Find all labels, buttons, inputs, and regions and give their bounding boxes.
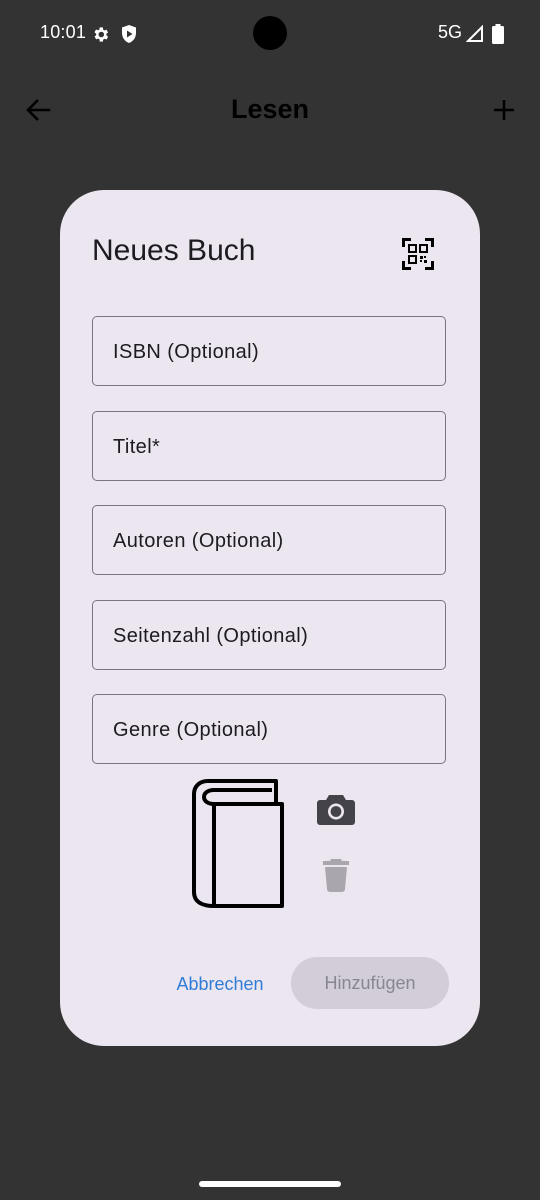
new-book-dialog: Neues Buch ISBN (Optional) Titel* Autore… [60, 190, 480, 1046]
trash-icon[interactable] [322, 858, 350, 892]
genre-field-label: Genre (Optional) [113, 719, 269, 741]
plus-icon[interactable] [488, 94, 520, 126]
status-bar: 10:01 5G [0, 0, 540, 68]
genre-field[interactable]: Genre (Optional) [92, 694, 446, 764]
cancel-button[interactable]: Abbrechen [168, 958, 272, 1010]
authors-field-label: Autoren (Optional) [113, 530, 284, 552]
add-book-button[interactable]: Hinzufügen [291, 957, 449, 1009]
page-count-field-label: Seitenzahl (Optional) [113, 625, 309, 647]
camera-icon[interactable] [316, 792, 356, 828]
page-title: Lesen [230, 94, 310, 124]
book-icon [192, 779, 284, 908]
isbn-field[interactable]: ISBN (Optional) [92, 316, 446, 386]
isbn-field-label: ISBN (Optional) [113, 341, 260, 363]
settings-gear-icon [94, 27, 109, 42]
home-indicator[interactable] [199, 1181, 341, 1187]
app-bar: Lesen [0, 80, 540, 140]
title-field[interactable]: Titel* [92, 411, 446, 481]
title-field-label: Titel* [113, 436, 161, 458]
dialog-title: Neues Buch [92, 234, 256, 267]
status-time: 10:01 [40, 22, 87, 42]
front-camera-cutout [253, 16, 287, 50]
network-type: 5G [438, 22, 463, 42]
authors-field[interactable]: Autoren (Optional) [92, 505, 446, 575]
signal-icon [466, 25, 483, 42]
qr-code-scan-icon[interactable] [400, 236, 436, 272]
page-count-field[interactable]: Seitenzahl (Optional) [92, 600, 446, 670]
battery-icon [492, 24, 504, 44]
shield-play-icon [122, 25, 136, 43]
